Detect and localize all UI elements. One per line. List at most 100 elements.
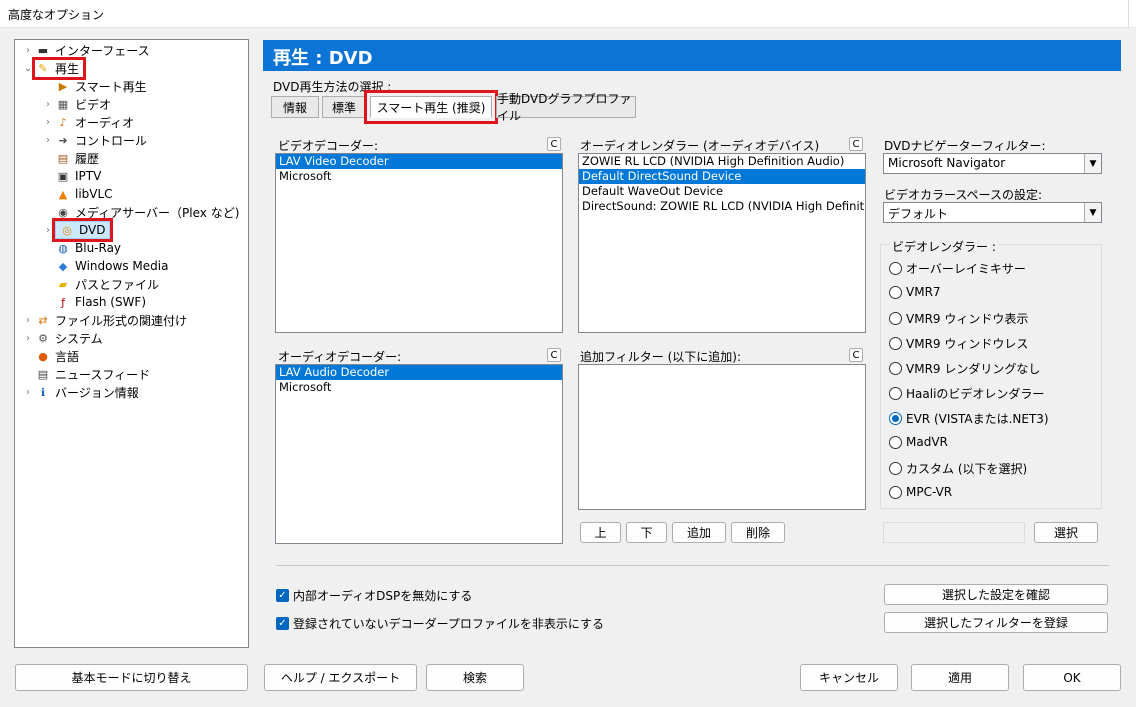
tree-item[interactable]: › ℹ バージョン情報 [21,383,139,401]
info-icon: ℹ [40,385,46,399]
video-decoder-list[interactable]: LAV Video Decoder Microsoft [275,153,563,333]
expand-chevron-icon[interactable]: › [21,387,35,398]
list-item[interactable]: Default DirectSound Device [579,169,865,184]
video-renderer-option[interactable]: カスタム (以下を選択) [889,460,1027,477]
tree-item[interactable]: › ➜ コントロール [41,131,147,149]
tree-item[interactable]: › ◎ DVD [41,218,114,242]
tree-item[interactable]: ▶ スマート再生 [41,77,147,95]
cancel-button[interactable]: キャンセル [800,664,898,691]
options-tree[interactable]: › ▬ インターフェース ⌄ ✎ 再生 ▶ スマート再生 › ▦ ビデオ › ♪ オーディオ › ➜ コントロー… [14,39,249,648]
window-title: 高度なオプション [8,8,105,22]
control-icon: ➜ [58,133,68,147]
audio-decoder-list[interactable]: LAV Audio Decoder Microsoft [275,364,563,544]
list-item[interactable]: Microsoft [276,380,562,395]
tree-item[interactable]: › ▦ ビデオ [41,95,111,113]
video-renderer-option[interactable]: VMR9 レンダリングなし [889,360,1040,377]
tree-item-content: ◎ DVD [51,218,114,242]
tree-item-content: ▤ 履歴 [55,150,99,167]
apply-button[interactable]: 適用 [911,664,1009,691]
tree-item[interactable]: ▣ IPTV [41,167,102,185]
film-icon: ▦ [57,97,69,111]
windows-media-icon: ◆ [58,259,68,273]
vlc-cone-icon: ▲ [58,187,68,201]
media-server-icon: ◉ [58,205,68,219]
audio-renderer-clear-button[interactable]: C [849,137,863,151]
video-renderer-option[interactable]: VMR7 [889,285,941,299]
video-renderer-option[interactable]: オーバーレイミキサー [889,260,1026,277]
add-filter-button[interactable]: 追加 [672,522,726,543]
dvd-icon: ◎ [62,223,72,237]
tab-playback-method[interactable]: 手動DVDグラフプロファイル [496,92,636,123]
list-item[interactable]: DirectSound: ZOWIE RL LCD (NVIDIA High D… [579,199,865,214]
video-renderer-option-label: EVR (VISTAまたは.NET3) [906,412,1049,426]
help-export-button[interactable]: ヘルプ / エクスポート [264,664,417,691]
tab-playback-method[interactable]: 標準 [322,96,366,118]
tree-item[interactable]: ▰ パスとファイル [41,275,159,293]
tree-item[interactable]: ƒ Flash (SWF) [41,293,146,311]
video-renderer-option[interactable]: Haaliのビデオレンダラー [889,385,1044,402]
flash-icon: ƒ [61,295,65,309]
expand-chevron-icon[interactable]: › [21,333,35,344]
list-item[interactable]: ZOWIE RL LCD (NVIDIA High Definition Aud… [579,154,865,169]
video-renderer-option[interactable]: MPC-VR [889,485,952,499]
register-filter-button[interactable]: 選択したフィルターを登録 [884,612,1108,633]
tree-item[interactable]: ● 言語 [21,347,79,365]
smart-play-icon: ▶ [58,79,68,93]
tree-item[interactable]: ◍ Blu-Ray [41,239,121,257]
radio-icon [889,362,902,375]
video-decoder-clear-button[interactable]: C [547,137,561,151]
video-renderer-option[interactable]: VMR9 ウィンドウ表示 [889,310,1028,327]
additional-filters-list[interactable] [578,364,866,510]
tree-item-content: ● 言語 [35,348,79,365]
ok-button[interactable]: OK [1023,664,1121,691]
tree-item-content: ◉ メディアサーバー（Plex など) [55,204,239,221]
expand-chevron-icon[interactable]: › [41,117,55,128]
tree-item[interactable]: ◆ Windows Media [41,257,169,275]
expand-chevron-icon[interactable]: › [41,225,55,236]
list-item[interactable]: Default WaveOut Device [579,184,865,199]
confirm-settings-button[interactable]: 選択した設定を確認 [884,584,1108,605]
tree-item-content: ▣ IPTV [55,168,102,184]
expand-chevron-icon[interactable]: › [21,315,35,326]
color-space-select[interactable]: デフォルト ▼ [883,202,1102,223]
basic-mode-button[interactable]: 基本モードに切り替え [15,664,248,691]
expand-chevron-icon[interactable]: ⌄ [21,63,35,74]
audio-decoder-clear-button[interactable]: C [547,348,561,362]
tree-item[interactable]: ▤ 履歴 [41,149,99,167]
expand-chevron-icon[interactable]: › [41,135,55,146]
tree-item[interactable]: ◉ メディアサーバー（Plex など) [41,203,239,221]
delete-filter-button[interactable]: 削除 [731,522,785,543]
window-edge [1128,0,1136,28]
move-down-button[interactable]: 下 [626,522,667,543]
tree-item-content: ▦ ビデオ [55,96,111,113]
disable-dsp-checkbox[interactable]: ✓ 内部オーディオDSPを無効にする [276,587,472,604]
video-renderer-option[interactable]: MadVR [889,435,948,449]
tree-item[interactable]: › ⚙ システム [21,329,103,347]
tree-item[interactable]: › ⇄ ファイル形式の関連付け [21,311,187,329]
list-item[interactable]: LAV Audio Decoder [276,365,562,380]
additional-filters-clear-button[interactable]: C [849,348,863,362]
list-item[interactable]: LAV Video Decoder [276,154,562,169]
audio-decoder-label: オーディオデコーダー: [278,350,402,364]
move-up-button[interactable]: 上 [580,522,621,543]
expand-chevron-icon[interactable]: › [21,45,35,56]
tab-playback-method[interactable]: スマート再生 (推奨) [364,90,498,124]
video-renderer-option-label: VMR7 [906,285,941,299]
tree-item[interactable]: › ♪ オーディオ [41,113,134,131]
video-decoder-label: ビデオデコーダー: [278,139,379,153]
video-renderer-option[interactable]: EVR (VISTAまたは.NET3) [889,410,1049,427]
radio-icon [889,337,902,350]
list-item[interactable]: Microsoft [276,169,562,184]
video-renderer-option[interactable]: VMR9 ウィンドウレス [889,335,1028,352]
audio-renderer-list[interactable]: ZOWIE RL LCD (NVIDIA High Definition Aud… [578,153,866,333]
dvd-navigator-select[interactable]: Microsoft Navigator ▼ [883,153,1102,174]
tree-item[interactable]: ⌄ ✎ 再生 [21,56,87,80]
tree-item[interactable]: ▲ libVLC [41,185,113,203]
hide-unregistered-checkbox[interactable]: ✓ 登録されていないデコーダープロファイルを非表示にする [276,615,604,632]
expand-chevron-icon[interactable]: › [41,99,55,110]
tree-item[interactable]: ▤ ニュースフィード [21,365,150,383]
tree-item[interactable]: › ▬ インターフェース [21,41,150,59]
select-renderer-button[interactable]: 選択 [1034,522,1098,543]
search-button[interactable]: 検索 [426,664,524,691]
tab-playback-method[interactable]: 情報 [271,96,319,118]
